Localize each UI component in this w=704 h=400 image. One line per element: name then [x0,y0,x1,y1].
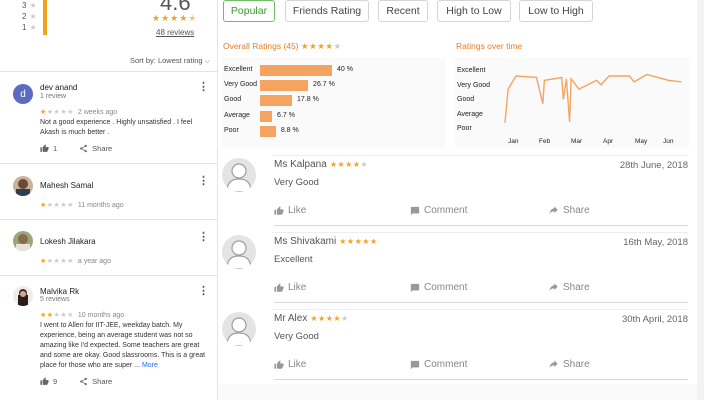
footer-strip [218,384,697,400]
divider [274,379,688,380]
share-arrow-icon [549,205,558,214]
divider [272,232,688,233]
avatar[interactable] [222,158,256,192]
thumb-up-icon [274,359,284,369]
ratings-series-line [504,73,682,123]
user-avatar-icon [222,312,256,346]
share-button[interactable]: Share [548,205,590,216]
user-avatar-icon [222,158,256,192]
like-button[interactable]: Like [274,359,306,370]
thumb-up-icon [274,205,284,215]
divider [272,155,688,156]
share-label: Share [563,282,590,293]
share-button[interactable]: Share [548,359,590,370]
like-button[interactable]: Like [274,205,306,216]
divider [272,309,688,310]
reviewer-name-text: Ms Kalpana [274,159,327,170]
review-date: 16th May, 2018 [623,237,688,248]
avatar[interactable] [222,235,256,269]
review-text: Very Good [274,331,319,342]
review-date: 30th April, 2018 [621,314,688,325]
comment-button[interactable]: Comment [410,359,467,370]
scrollbar[interactable] [697,0,704,400]
reviewer-name[interactable]: Ms Kalpana ★★★★★ [274,159,368,170]
review-card: Ms Kalpana ★★★★★ 28th June, 2018 Very Good L… [222,155,688,231]
reviewer-name[interactable]: Mr Alex ★★★★★ [274,313,349,324]
like-button[interactable]: Like [274,282,306,293]
comment-icon [410,283,420,292]
comment-label: Comment [424,359,468,370]
like-label: Like [288,282,307,293]
share-button[interactable]: Share [548,282,590,293]
review-text: Excellent [274,254,313,265]
avatar[interactable] [222,312,256,346]
divider [274,225,688,226]
user-avatar-icon [222,235,256,269]
review-text: Very Good [274,177,319,188]
comment-icon [410,206,420,215]
review-date: 28th June, 2018 [619,160,688,171]
divider [274,302,688,303]
share-arrow-icon [549,359,558,368]
comment-button[interactable]: Comment [410,282,467,293]
share-label: Share [563,205,590,216]
thumb-up-icon [274,282,284,292]
comment-label: Comment [424,282,468,293]
comment-icon [410,360,420,369]
reviewer-name[interactable]: Ms Shivakami ★★★★★ [274,236,378,247]
comment-label: Comment [424,205,468,216]
reviewer-name-text: Mr Alex [274,313,308,324]
like-label: Like [288,359,307,370]
review-stars: ★★★★★ [339,237,378,246]
review-stars: ★★★★★ [310,314,349,323]
share-arrow-icon [549,282,558,291]
comment-button[interactable]: Comment [410,205,467,216]
review-stars: ★★★★★ [329,160,369,169]
like-label: Like [288,205,307,216]
review-card: Ms Shivakami ★★★★★ 16th May, 2018 Excellent… [222,232,688,308]
review-card: Mr Alex ★★★★★ 30th April, 2018 Very Good Lik… [222,309,688,385]
share-label: Share [563,359,590,370]
reviewer-name-text: Ms Shivakami [274,236,337,247]
